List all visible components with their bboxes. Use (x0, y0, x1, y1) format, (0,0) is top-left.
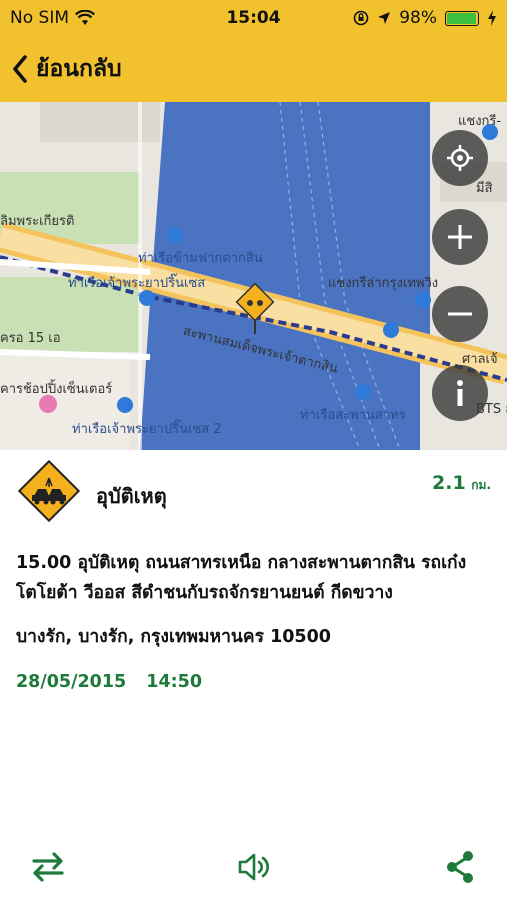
map-label-pier-princess: ท่าเรือเจ้าพระยาปริ๊นเซส (68, 276, 206, 291)
back-button[interactable]: ย้อนกลับ (12, 51, 122, 87)
incident-description: 15.00 อุบัติเหตุ ถนนสาทรเหนือ กลางสะพานต… (16, 553, 467, 603)
incident-panel: อุบัติเหตุ 2.1 กม. 15.00 อุบัติเหตุ ถนนส… (0, 450, 507, 900)
zoom-in-button[interactable] (432, 209, 488, 265)
location-arrow-icon (378, 12, 391, 24)
route-button[interactable] (30, 850, 66, 888)
charging-icon (488, 10, 496, 26)
battery-percent: 98% (399, 8, 437, 28)
incident-date: 28/05/2015 (16, 672, 127, 692)
info-button[interactable] (432, 365, 488, 421)
sound-button[interactable] (236, 850, 272, 888)
map-label-park: ลิมพระเกียรติ (0, 214, 75, 229)
route-swap-icon (32, 852, 64, 882)
incident-datetime: 28/05/2015 14:50 (16, 672, 216, 692)
info-icon (457, 380, 463, 406)
distance-value: 2.1 (432, 472, 466, 494)
share-button[interactable] (444, 850, 476, 888)
zoom-out-button[interactable] (432, 286, 488, 342)
distance-unit: กม. (471, 478, 491, 492)
map-label-pier-princess2: ท่าเรือเจ้าพระยาปริ๊นเซส 2 (72, 422, 222, 437)
nav-bar: ย้อนกลับ (0, 36, 507, 102)
incident-time: 14:50 (146, 672, 203, 692)
map-label-misi: มีสิ (476, 181, 493, 196)
zoom-in-icon (448, 225, 472, 249)
speaker-icon (238, 853, 269, 881)
bottom-toolbar (0, 838, 507, 900)
zoom-out-icon (448, 312, 472, 316)
locate-icon (447, 145, 473, 171)
map-label-shangrila: แชงกรีล่ากรุงเทพวิง (328, 276, 439, 291)
back-label: ย้อนกลับ (36, 56, 122, 82)
status-bar: No SIM 15:04 98% (0, 0, 507, 36)
map-label-pier-opposite: ท่าเรือข้ามฟากตากสิน (138, 251, 263, 266)
incident-title: อุบัติเหตุ (96, 484, 167, 508)
rotation-lock-icon (353, 10, 369, 26)
map-label-shopping: คารช้อปปิ้งเซ็นเตอร์ (0, 382, 113, 397)
chevron-left-icon (13, 55, 27, 83)
locate-button[interactable] (432, 130, 488, 186)
incident-address: บางรัก, บางรัก, กรุงเทพมหานคร 10500 (16, 627, 331, 647)
map-view[interactable]: ลิมพระเกียรติ ท่าเรือข้ามฟากตากสิน ท่าเร… (0, 102, 507, 450)
distance: 2.1 กม. (432, 472, 491, 495)
battery-icon (445, 10, 479, 26)
share-icon (447, 851, 473, 883)
map-label-soi15: ครอ 15 เอ (0, 331, 61, 346)
map-label-pier-sathorn: ท่าเรือสะพานสาทร (300, 408, 406, 423)
map-label-shangri-top: แชงกรี- (458, 114, 502, 129)
accident-icon (17, 459, 81, 523)
